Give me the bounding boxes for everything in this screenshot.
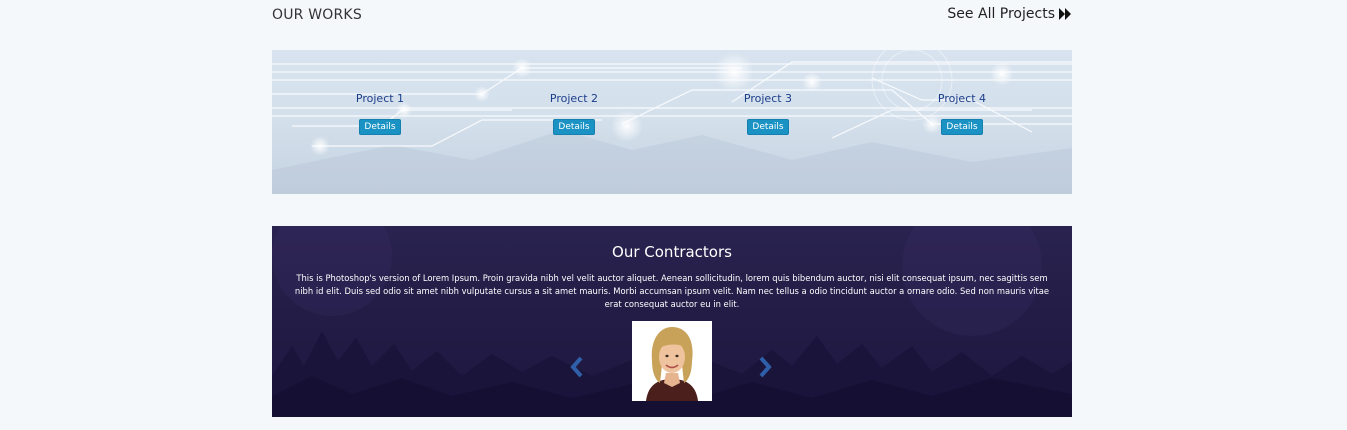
details-button[interactable]: Details — [359, 119, 401, 135]
see-all-projects-label: See All Projects — [947, 6, 1055, 22]
contractors-section: Our Contractors This is Photoshop's vers… — [272, 226, 1072, 417]
project-link[interactable]: Project 3 — [708, 92, 828, 105]
project-link[interactable]: Project 1 — [320, 92, 440, 105]
carousel-next-button[interactable] — [758, 356, 772, 378]
see-all-projects-link[interactable]: See All Projects — [947, 6, 1072, 22]
works-header: OUR WORKS See All Projects — [272, 6, 1072, 28]
project-card: Project 2 Details — [514, 92, 634, 135]
contractor-photo — [632, 321, 712, 401]
project-card: Project 1 Details — [320, 92, 440, 135]
project-link[interactable]: Project 4 — [902, 92, 1022, 105]
project-card: Project 4 Details — [902, 92, 1022, 135]
details-button[interactable]: Details — [747, 119, 789, 135]
works-title: OUR WORKS — [272, 7, 362, 23]
works-banner: Project 1 Details Project 2 Details Proj… — [272, 50, 1072, 194]
contractors-title: Our Contractors — [612, 243, 732, 261]
project-link[interactable]: Project 2 — [514, 92, 634, 105]
double-chevron-right-icon — [1058, 8, 1072, 20]
details-button[interactable]: Details — [941, 119, 983, 135]
details-button[interactable]: Details — [553, 119, 595, 135]
chevron-left-icon — [570, 356, 584, 382]
project-card: Project 3 Details — [708, 92, 828, 135]
chevron-right-icon — [758, 356, 772, 382]
contractors-description: This is Photoshop's version of Lorem Ips… — [294, 273, 1050, 309]
carousel-prev-button[interactable] — [570, 356, 584, 378]
